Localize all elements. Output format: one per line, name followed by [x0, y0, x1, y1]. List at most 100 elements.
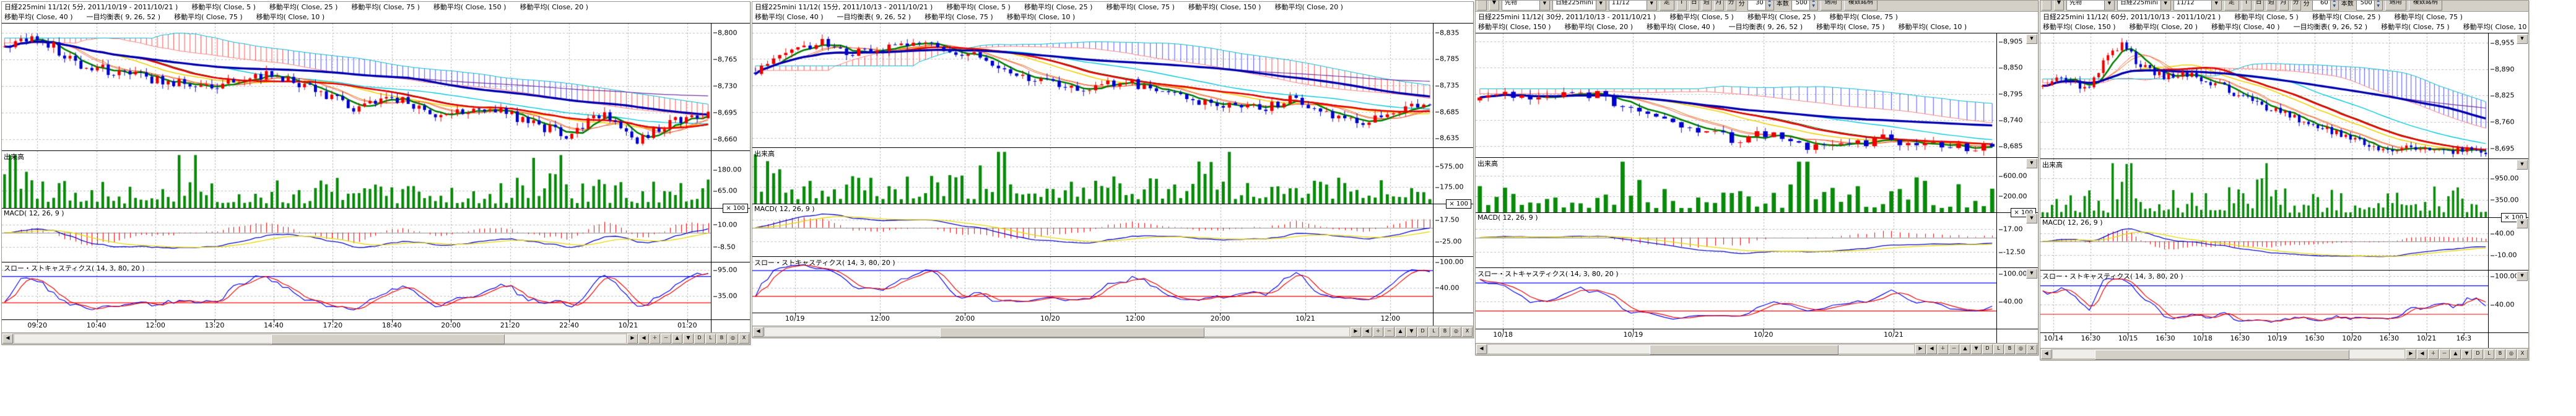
window-menu-button[interactable]	[2042, 1, 2052, 11]
chart-tool-button-7[interactable]: B	[2004, 344, 2015, 354]
volume-chart-canvas[interactable]	[752, 148, 1433, 204]
chart-tool-button-6[interactable]: L	[1429, 327, 1439, 337]
chevron-down-icon[interactable]: ▼	[2104, 1, 2114, 10]
interval-input[interactable]: 60▲▼	[2312, 1, 2339, 11]
chart-tool-button-7[interactable]: B	[2495, 349, 2505, 359]
horizontal-scrollbar[interactable]: ◀▶◀＋－▲▼DLB◎X	[2, 332, 750, 344]
period-button-1[interactable]: 日	[1689, 1, 1699, 11]
chart-tool-button-5[interactable]: D	[1982, 344, 1993, 354]
chart-tool-button-4[interactable]: ▼	[1971, 344, 1982, 354]
chart-tool-button-0[interactable]: ◀	[1362, 327, 1372, 337]
horizontal-scrollbar[interactable]: ◀▶◀＋－▲▼DLB◎X	[1476, 343, 2038, 355]
period-button-3[interactable]: 月	[2279, 1, 2289, 11]
period-button-2[interactable]: 週	[1702, 1, 1712, 11]
chart-tool-button-7[interactable]: B	[1440, 327, 1450, 337]
macd-chart-canvas[interactable]	[1476, 213, 1996, 267]
stochastics-chart-canvas[interactable]	[752, 257, 1433, 313]
chart-tool-button-5[interactable]: D	[694, 334, 705, 344]
chevron-down-icon[interactable]: ▼	[1596, 1, 1606, 10]
period-button-0[interactable]: T	[2242, 1, 2252, 11]
chart-tool-button-7[interactable]: B	[716, 334, 727, 344]
chart-tool-button-9[interactable]: X	[2027, 344, 2037, 354]
period-button-1[interactable]: 日	[2254, 1, 2264, 11]
pane-dropdown-button[interactable]: ▼	[2026, 214, 2037, 223]
spinner-icon[interactable]: ▲▼	[1809, 1, 1817, 10]
chart-tool-button-2[interactable]: －	[1384, 327, 1395, 337]
chart-tool-button-9[interactable]: X	[739, 334, 749, 344]
chart-tool-button-8[interactable]: ◎	[2506, 349, 2517, 359]
chart-tool-button-8[interactable]: ◎	[2016, 344, 2026, 354]
chart-tool-button-6[interactable]: L	[1993, 344, 2004, 354]
chart-tool-button-2[interactable]: －	[2439, 349, 2450, 359]
symbol-select[interactable]: 日経225mini▼	[1552, 1, 1606, 11]
chart-tool-button-5[interactable]: D	[1417, 327, 1428, 337]
pane-dropdown-button[interactable]: ▼	[2517, 160, 2528, 170]
period-button-2[interactable]: 週	[2266, 1, 2276, 11]
pane-dropdown-button[interactable]: ▼	[2026, 158, 2037, 168]
scrollbar-track[interactable]	[14, 334, 627, 344]
chart-tool-button-6[interactable]: L	[705, 334, 716, 344]
stochastics-chart-canvas[interactable]	[2, 262, 711, 319]
chart-tool-button-8[interactable]: ◎	[728, 334, 738, 344]
chart-tool-button-1[interactable]: ＋	[650, 334, 660, 344]
chart-tool-button-3[interactable]: ▲	[2450, 349, 2461, 359]
category-select[interactable]: 先物▼	[1502, 1, 1550, 11]
chart-tool-button-2[interactable]: －	[1949, 344, 1959, 354]
chevron-down-icon[interactable]: ▼	[1647, 1, 1656, 10]
ashi-button[interactable]: 足	[1660, 1, 1674, 11]
pane-dropdown-button[interactable]: ▼	[2517, 34, 2528, 44]
interval-input[interactable]: 30▲▼	[1747, 1, 1774, 11]
spinner-icon[interactable]: ▲▼	[2374, 1, 2382, 10]
price-chart-canvas[interactable]	[2, 24, 711, 150]
scrollbar-thumb[interactable]	[271, 334, 505, 344]
chart-tool-button-0[interactable]: ◀	[2417, 349, 2427, 359]
scroll-right-icon[interactable]: ▶	[1915, 344, 1926, 354]
multi-symbol-button[interactable]: 複数銘柄	[1844, 1, 1878, 11]
bar-count-input[interactable]: 500▲▼	[1791, 1, 1818, 11]
scrollbar-track[interactable]	[764, 327, 1350, 337]
macd-chart-canvas[interactable]	[2040, 218, 2488, 270]
price-chart-canvas[interactable]	[2040, 33, 2488, 158]
chart-tool-button-9[interactable]: X	[2517, 349, 2528, 359]
chart-tool-button-0[interactable]: ◀	[1926, 344, 1937, 354]
ashi-button[interactable]: 足	[2224, 1, 2239, 11]
period-button-4[interactable]: 分	[2291, 1, 2301, 11]
scrollbar-thumb[interactable]	[2095, 350, 2349, 360]
period-button-3[interactable]: 月	[1714, 1, 1724, 11]
chart-tool-button-3[interactable]: ▲	[1960, 344, 1970, 354]
scroll-left-icon[interactable]: ◀	[1476, 344, 1487, 354]
window-menu-button[interactable]	[1477, 1, 1487, 11]
bar-count-input[interactable]: 500▲▼	[2356, 1, 2383, 11]
chart-tool-button-6[interactable]: L	[2484, 349, 2494, 359]
chart-tool-button-3[interactable]: ▲	[1395, 327, 1406, 337]
pane-dropdown-button[interactable]: ▼	[2026, 34, 2037, 44]
period-button-4[interactable]: 分	[1726, 1, 1736, 11]
contract-select[interactable]: 11/12▼	[2174, 1, 2222, 11]
dropdown-icon[interactable]: ▼	[2054, 1, 2064, 11]
chart-tool-button-4[interactable]: ▼	[2461, 349, 2472, 359]
scroll-left-icon[interactable]: ◀	[2, 334, 13, 344]
chart-tool-button-2[interactable]: －	[661, 334, 671, 344]
scroll-right-icon[interactable]: ▶	[627, 334, 638, 344]
chevron-down-icon[interactable]: ▼	[1539, 1, 1549, 10]
chart-tool-button-0[interactable]: ◀	[638, 334, 649, 344]
dropdown-icon[interactable]: ▼	[1489, 1, 1499, 11]
volume-chart-canvas[interactable]	[1476, 158, 1996, 212]
symbol-select[interactable]: 日経225mini▼	[2117, 1, 2171, 11]
multi-symbol-button[interactable]: 複数銘柄	[2409, 1, 2442, 11]
scroll-right-icon[interactable]: ▶	[2406, 349, 2416, 359]
chevron-down-icon[interactable]: ▼	[2211, 1, 2221, 10]
volume-chart-canvas[interactable]	[2040, 159, 2488, 217]
price-chart-canvas[interactable]	[752, 24, 1433, 147]
apply-button[interactable]: 適用	[1821, 1, 1842, 11]
chart-tool-button-4[interactable]: ▼	[1406, 327, 1417, 337]
category-select[interactable]: 先物▼	[2066, 1, 2115, 11]
chart-tool-button-1[interactable]: ＋	[2428, 349, 2439, 359]
horizontal-scrollbar[interactable]: ◀▶◀＋－▲▼DLB◎X	[2040, 348, 2528, 360]
stochastics-chart-canvas[interactable]	[1476, 268, 1996, 329]
chart-tool-button-4[interactable]: ▼	[683, 334, 694, 344]
chart-tool-button-1[interactable]: ＋	[1938, 344, 1948, 354]
spinner-icon[interactable]: ▲▼	[2330, 1, 2338, 10]
chart-tool-button-9[interactable]: X	[1462, 327, 1473, 337]
macd-chart-canvas[interactable]	[2, 209, 711, 262]
